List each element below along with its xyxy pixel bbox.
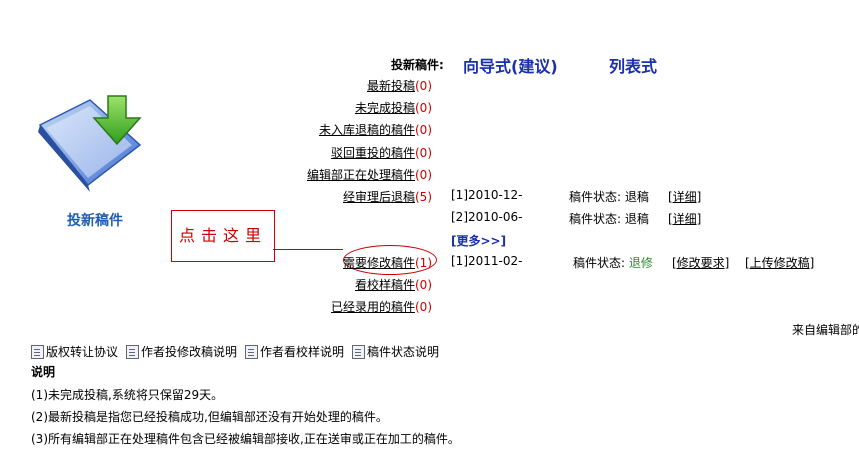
- list-item-proof: 看校样稿件(0): [0, 276, 432, 293]
- upload-revision-link[interactable]: [上传修改稿]: [745, 254, 814, 271]
- resubmit-count: (0): [415, 146, 432, 160]
- revision-row-id: [1]2011-02-: [451, 254, 523, 268]
- editor-note-text: 来自编辑部的: [792, 323, 859, 337]
- revision-guide-link[interactable]: 作者投修改稿说明: [126, 343, 237, 360]
- copyright-agreement-link[interactable]: 版权转让协议: [31, 343, 118, 360]
- incomplete-count: (0): [415, 101, 432, 115]
- more-link[interactable]: [更多>>]: [451, 232, 506, 249]
- doc-links-bar: 版权转让协议 作者投修改稿说明 作者看校样说明 稿件状态说明: [31, 343, 439, 360]
- needs-revision-count: (1): [415, 256, 432, 270]
- proof-link[interactable]: 看校样稿件: [355, 278, 415, 292]
- proof-count: (0): [415, 278, 432, 292]
- rejected-after-review-link[interactable]: 经审理后退稿: [343, 190, 415, 204]
- document-icon: [126, 344, 140, 359]
- accepted-link[interactable]: 已经录用的稿件: [331, 300, 415, 314]
- list-mode-link[interactable]: 列表式: [609, 53, 657, 77]
- list-item-accepted: 已经录用的稿件(0): [0, 298, 432, 315]
- explain-line-2: (2)最新投稿是指您已经投稿成功,但编辑部还没有开始处理的稿件。: [31, 410, 388, 424]
- document-icon: [31, 344, 44, 359]
- annotation-connector-line: [273, 249, 343, 250]
- needs-revision-link[interactable]: 需要修改稿件: [343, 256, 415, 270]
- list-item-latest: 最新投稿(0): [0, 77, 432, 94]
- resubmit-link[interactable]: 驳回重投的稿件: [331, 146, 415, 160]
- rejected-row-1-status: 稿件状态: 退稿: [569, 190, 649, 204]
- revision-row-status: 稿件状态: 退修: [573, 256, 653, 270]
- explain-line-1: (1)未完成投稿,系统将只保留29天。: [31, 388, 224, 402]
- wizard-mode-link[interactable]: 向导式(建议): [463, 53, 558, 77]
- processing-link[interactable]: 编辑部正在处理稿件: [307, 168, 415, 182]
- accepted-count: (0): [415, 300, 432, 314]
- list-item-rejected-after-review: 经审理后退稿(5): [0, 188, 432, 205]
- submit-header-label: 投新稿件:: [391, 58, 444, 72]
- rejected-row-2-status: 稿件状态: 退稿: [569, 212, 649, 226]
- rejected-row-2-detail-link[interactable]: [详细]: [668, 210, 701, 227]
- rejected-row-2-id: [2]2010-06-: [451, 210, 523, 224]
- proof-guide-link[interactable]: 作者看校样说明: [245, 343, 344, 360]
- document-icon: [245, 344, 259, 359]
- list-item-processing: 编辑部正在处理稿件(0): [0, 166, 432, 183]
- list-item-needs-revision: 需要修改稿件(1): [0, 254, 432, 271]
- revision-requirements-link[interactable]: [修改要求]: [672, 254, 729, 271]
- incomplete-submissions-link[interactable]: 未完成投稿: [355, 101, 415, 115]
- explain-line-3: (3)所有编辑部正在处理稿件包含已经被编辑部接收,正在送审或正在加工的稿件。: [31, 432, 460, 446]
- explain-title: 说明: [31, 365, 56, 379]
- rejected-row-1-detail-link[interactable]: [详细]: [668, 188, 701, 205]
- latest-submissions-link[interactable]: 最新投稿: [367, 79, 415, 93]
- not-stored-rejected-count: (0): [415, 123, 432, 137]
- list-item-resubmit: 驳回重投的稿件(0): [0, 144, 432, 161]
- list-item-incomplete: 未完成投稿(0): [0, 99, 432, 116]
- list-item-not-stored-rejected: 未入库退稿的稿件(0): [0, 121, 432, 138]
- not-stored-rejected-link[interactable]: 未入库退稿的稿件: [319, 123, 415, 137]
- status-guide-link[interactable]: 稿件状态说明: [352, 343, 439, 360]
- latest-count: (0): [415, 79, 432, 93]
- rejected-after-review-count: (5): [415, 190, 432, 204]
- new-submission-label[interactable]: 投新稿件: [67, 210, 123, 230]
- document-icon: [352, 344, 366, 359]
- rejected-row-1-id: [1]2010-12-: [451, 188, 523, 202]
- processing-count: (0): [415, 168, 432, 182]
